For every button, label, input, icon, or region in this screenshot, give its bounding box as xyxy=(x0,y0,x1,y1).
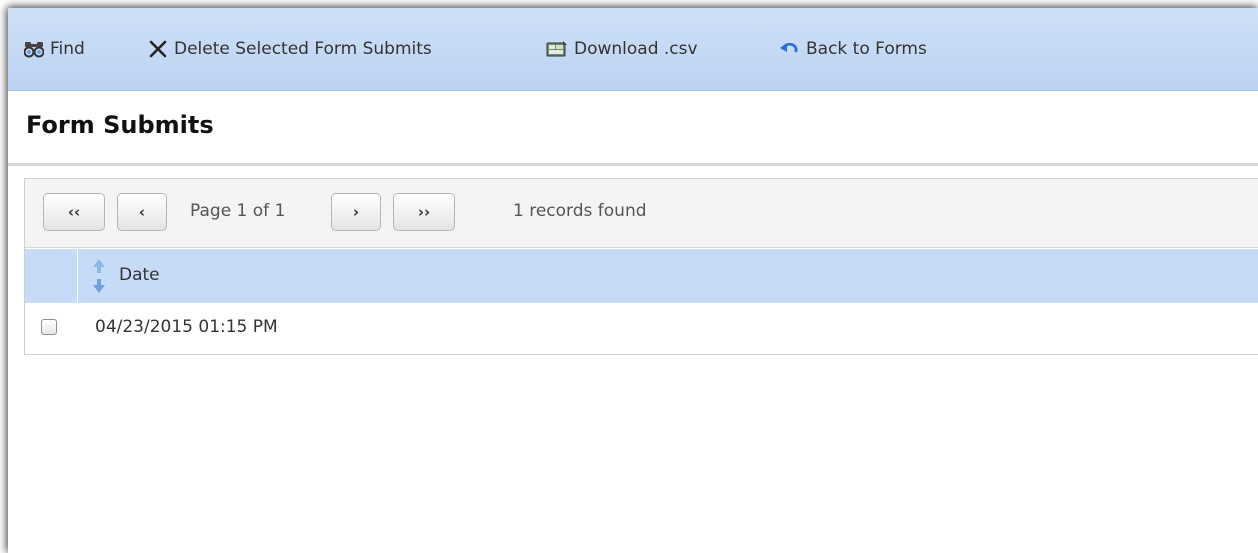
last-page-button[interactable]: ›› xyxy=(393,193,455,231)
page-info: Page 1 of 1 xyxy=(190,201,286,221)
page-header: Form Submits xyxy=(8,91,1258,166)
select-column-header xyxy=(25,249,78,303)
x-icon xyxy=(148,39,168,59)
delete-selected-label: Delete Selected Form Submits xyxy=(174,39,432,59)
download-csv-label: Download .csv xyxy=(574,39,698,59)
page-title: Form Submits xyxy=(26,111,214,139)
download-csv-button[interactable]: Download .csv xyxy=(546,8,698,90)
toolbar: Find Delete Selected Form Submits Downlo… xyxy=(8,8,1258,91)
table-row: 04/23/2015 01:15 PM xyxy=(25,303,1258,353)
binoculars-icon xyxy=(24,40,44,58)
undo-arrow-icon xyxy=(778,40,800,58)
find-label: Find xyxy=(50,39,85,59)
delete-selected-button[interactable]: Delete Selected Form Submits xyxy=(148,8,432,90)
sort-arrows-icon[interactable] xyxy=(91,257,107,299)
back-to-forms-button[interactable]: Back to Forms xyxy=(778,8,927,90)
records-found: 1 records found xyxy=(513,201,647,221)
submits-grid: ‹‹ ‹ Page 1 of 1 › ›› 1 records found Da… xyxy=(24,178,1258,355)
next-page-button[interactable]: › xyxy=(331,193,381,231)
first-page-button[interactable]: ‹‹ xyxy=(43,193,105,231)
find-button[interactable]: Find xyxy=(24,8,85,90)
date-column-header[interactable]: Date xyxy=(119,265,160,285)
csv-download-icon xyxy=(546,40,568,58)
row-date-cell: 04/23/2015 01:15 PM xyxy=(95,317,278,337)
pager: ‹‹ ‹ Page 1 of 1 › ›› 1 records found xyxy=(25,179,1258,248)
back-to-forms-label: Back to Forms xyxy=(806,39,927,59)
row-select-checkbox[interactable] xyxy=(41,319,57,335)
table-header-row: Date xyxy=(25,249,1258,303)
form-submits-window: Find Delete Selected Form Submits Downlo… xyxy=(8,8,1258,553)
prev-page-button[interactable]: ‹ xyxy=(117,193,167,231)
